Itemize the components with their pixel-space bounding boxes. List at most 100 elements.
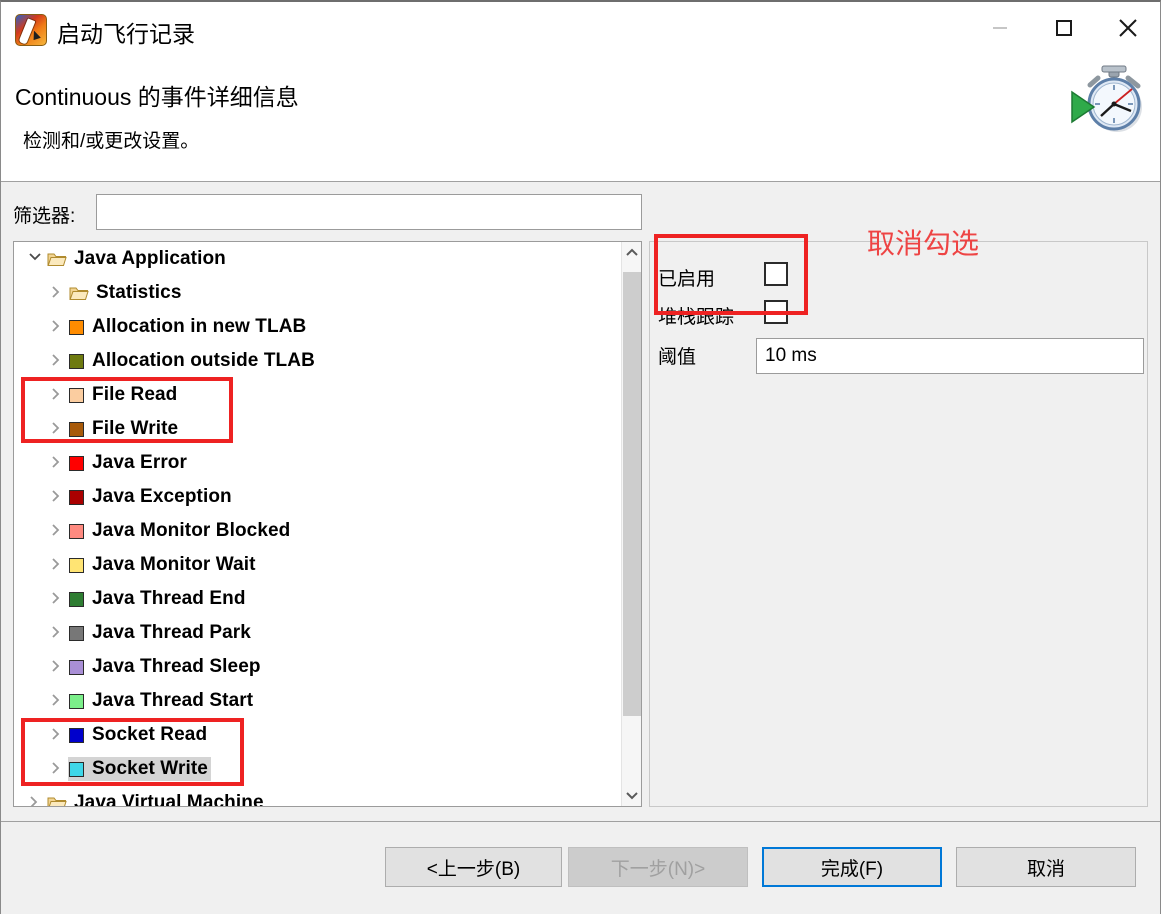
tree-row-content[interactable]: Java Error xyxy=(68,451,190,475)
chevron-right-icon[interactable] xyxy=(50,523,66,539)
tree-row[interactable]: Java Thread Park xyxy=(14,616,622,650)
chevron-right-icon[interactable] xyxy=(50,387,66,403)
stacktrace-label: 堆栈跟踪 xyxy=(658,307,735,328)
chevron-right-icon[interactable] xyxy=(50,727,66,743)
dialog-body: 筛选器: Java Application Statistics Allocatio… xyxy=(1,182,1160,822)
folder-icon xyxy=(47,795,67,806)
tree-scrollbar[interactable] xyxy=(621,242,641,806)
title-bar: 启动飞行记录 xyxy=(1,2,1160,58)
tree-row[interactable]: Socket Write xyxy=(14,752,622,786)
flight-recorder-icon xyxy=(15,14,47,46)
chevron-right-icon[interactable] xyxy=(28,795,44,806)
tree-row-content[interactable]: Allocation in new TLAB xyxy=(68,315,309,339)
tree-row-content[interactable]: Java Monitor Wait xyxy=(68,553,259,577)
stacktrace-checkbox[interactable] xyxy=(764,300,788,324)
tree-row[interactable]: Java Application xyxy=(14,242,622,276)
scroll-down-button[interactable] xyxy=(622,784,641,806)
event-color-swatch xyxy=(69,727,84,743)
tree-item-label: Statistics xyxy=(96,282,182,303)
threshold-label: 阈值 xyxy=(658,347,697,368)
tree-row-content[interactable]: File Write xyxy=(68,417,181,441)
folder-icon xyxy=(69,285,89,301)
tree-row[interactable]: Java Thread Sleep xyxy=(14,650,622,684)
tree-row[interactable]: Java Thread End xyxy=(14,582,622,616)
filter-row: 筛选器: xyxy=(1,194,1160,232)
tree-item-label: Java Thread End xyxy=(92,588,246,609)
close-button[interactable] xyxy=(1096,2,1160,54)
chevron-right-icon[interactable] xyxy=(50,693,66,709)
tree-row-content[interactable]: Allocation outside TLAB xyxy=(68,349,318,373)
event-color-swatch xyxy=(69,659,84,675)
chevron-right-icon[interactable] xyxy=(50,591,66,607)
finish-button[interactable]: 完成(F) xyxy=(762,847,942,887)
enabled-checkbox[interactable] xyxy=(764,262,788,286)
tree-row[interactable]: File Read xyxy=(14,378,622,412)
tree-item-label: Java Monitor Blocked xyxy=(92,520,291,541)
event-details-panel: 已启用 堆栈跟踪 阈值 xyxy=(649,241,1148,807)
chevron-down-icon[interactable] xyxy=(28,251,44,267)
tree-item-label: File Read xyxy=(92,384,178,405)
tree-row[interactable]: Java Thread Start xyxy=(14,684,622,718)
tree-row-content[interactable]: Java Thread End xyxy=(68,587,249,611)
event-color-swatch xyxy=(69,625,84,641)
enabled-label: 已启用 xyxy=(658,269,716,290)
tree-row[interactable]: File Write xyxy=(14,412,622,446)
event-color-swatch xyxy=(69,693,84,709)
tree-row-content[interactable]: Java Thread Start xyxy=(68,689,256,713)
tree-row[interactable]: Java Exception xyxy=(14,480,622,514)
cancel-button[interactable]: 取消 xyxy=(956,847,1136,887)
filter-label: 筛选器: xyxy=(13,206,76,227)
chevron-right-icon[interactable] xyxy=(50,421,66,437)
window-title: 启动飞行记录 xyxy=(57,21,195,47)
flight-recorder-dialog: 启动飞行记录 Continuous 的事件详细信息 检测和/或更改设置。 筛选器… xyxy=(0,0,1161,914)
chevron-right-icon[interactable] xyxy=(50,319,66,335)
page-description: 检测和/或更改设置。 xyxy=(23,131,200,152)
event-color-swatch xyxy=(69,353,84,369)
tree-row-content[interactable]: Java Thread Park xyxy=(68,621,254,645)
minimize-button[interactable] xyxy=(968,2,1032,54)
chevron-right-icon[interactable] xyxy=(50,455,66,471)
chevron-right-icon[interactable] xyxy=(50,659,66,675)
tree-item-label: Java Application xyxy=(74,248,226,269)
tree-row[interactable]: Java Virtual Machine xyxy=(14,786,622,806)
chevron-right-icon[interactable] xyxy=(50,353,66,369)
scrollbar-thumb[interactable] xyxy=(623,272,641,716)
chevron-right-icon[interactable] xyxy=(50,557,66,573)
dialog-footer: <上一步(B) 下一步(N)> 完成(F) 取消 xyxy=(1,822,1160,914)
chevron-right-icon[interactable] xyxy=(50,761,66,777)
tree-row-content[interactable]: File Read xyxy=(68,383,180,407)
chevron-right-icon[interactable] xyxy=(50,285,66,301)
tree-row-content[interactable]: Java Thread Sleep xyxy=(68,655,264,679)
tree-item-label: Socket Write xyxy=(92,758,208,779)
tree-row-content[interactable]: Java Virtual Machine xyxy=(46,791,267,806)
chevron-right-icon[interactable] xyxy=(50,489,66,505)
tree-row[interactable]: Java Monitor Blocked xyxy=(14,514,622,548)
folder-icon xyxy=(47,251,67,267)
tree-row[interactable]: Java Monitor Wait xyxy=(14,548,622,582)
tree-row-content[interactable]: Java Monitor Blocked xyxy=(68,519,293,543)
event-color-swatch xyxy=(69,421,84,437)
tree-row[interactable]: Java Error xyxy=(14,446,622,480)
tree-row-content[interactable]: Java Application xyxy=(46,247,229,271)
tree-row[interactable]: Statistics xyxy=(14,276,622,310)
tree-row[interactable]: Allocation outside TLAB xyxy=(14,344,622,378)
tree-item-label: Java Virtual Machine xyxy=(74,792,264,806)
threshold-input[interactable] xyxy=(756,338,1144,374)
tree-item-label: Java Thread Start xyxy=(92,690,254,711)
window-controls xyxy=(968,2,1160,54)
filter-input[interactable] xyxy=(96,194,642,230)
back-button[interactable]: <上一步(B) xyxy=(385,847,562,887)
tree-item-label: File Write xyxy=(92,418,179,439)
tree-item-label: Java Error xyxy=(92,452,188,473)
tree-row[interactable]: Socket Read xyxy=(14,718,622,752)
tree-row-content[interactable]: Socket Write xyxy=(68,757,211,781)
chevron-right-icon[interactable] xyxy=(50,625,66,641)
maximize-button[interactable] xyxy=(1032,2,1096,54)
scroll-up-button[interactable] xyxy=(622,242,641,264)
tree-row[interactable]: Allocation in new TLAB xyxy=(14,310,622,344)
tree-row-content[interactable]: Statistics xyxy=(68,281,184,305)
event-color-swatch xyxy=(69,489,84,505)
tree-row-content[interactable]: Java Exception xyxy=(68,485,235,509)
event-tree[interactable]: Java Application Statistics Allocation in … xyxy=(14,242,622,806)
tree-row-content[interactable]: Socket Read xyxy=(68,723,210,747)
